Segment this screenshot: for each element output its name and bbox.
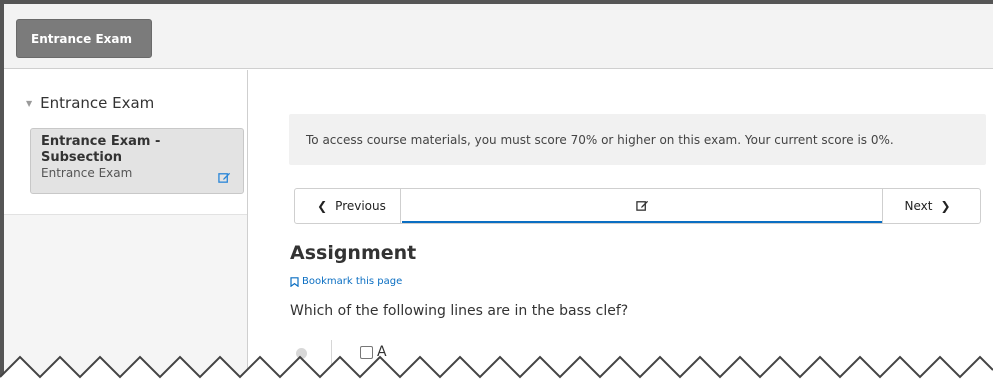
torn-edge xyxy=(0,355,993,391)
sidebar-chapter-entrance-exam[interactable]: ▼ Entrance Exam xyxy=(26,94,154,112)
sequence-tab-active[interactable] xyxy=(402,189,882,223)
page-title: Assignment xyxy=(290,242,417,264)
chapter-label: Entrance Exam xyxy=(40,94,155,112)
notice-text: To access course materials, you must sco… xyxy=(306,132,894,147)
sequence-nav: ❮ Previous Next ❯ xyxy=(294,188,981,224)
bookmark-link[interactable]: Bookmark this page xyxy=(290,276,402,287)
chevron-right-icon: ❯ xyxy=(940,199,951,213)
app-frame: Entrance Exam ▼ Entrance Exam Entrance E… xyxy=(0,0,993,391)
previous-button[interactable]: ❮ Previous xyxy=(295,189,401,223)
sidebar-accordion: ▼ Entrance Exam Entrance Exam - Subsecti… xyxy=(4,70,247,215)
edit-icon xyxy=(218,172,231,183)
bookmark-icon xyxy=(290,276,299,287)
previous-label: Previous xyxy=(335,199,386,213)
frame-left-edge xyxy=(0,0,4,391)
main-content: To access course materials, you must sco… xyxy=(249,70,993,391)
subsection-title: Entrance Exam - Subsection xyxy=(41,134,161,165)
question-text: Which of the following lines are in the … xyxy=(290,303,629,319)
tab-entrance-exam[interactable]: Entrance Exam xyxy=(16,19,152,58)
course-sidebar: ▼ Entrance Exam Entrance Exam - Subsecti… xyxy=(4,70,248,391)
course-tabs-bar: Entrance Exam xyxy=(4,4,993,69)
tab-label: Entrance Exam xyxy=(31,31,133,46)
edit-icon xyxy=(635,200,648,211)
caret-down-icon: ▼ xyxy=(26,98,33,108)
exam-notice-banner: To access course materials, you must sco… xyxy=(289,114,986,165)
next-label: Next xyxy=(904,199,933,213)
next-button[interactable]: Next ❯ xyxy=(882,189,980,223)
subsection-subtitle: Entrance Exam xyxy=(41,166,133,180)
frame-top-edge xyxy=(0,0,993,4)
bookmark-label: Bookmark this page xyxy=(302,276,403,287)
sidebar-subsection-item[interactable]: Entrance Exam - Subsection Entrance Exam xyxy=(30,128,244,194)
chevron-left-icon: ❮ xyxy=(317,199,328,213)
